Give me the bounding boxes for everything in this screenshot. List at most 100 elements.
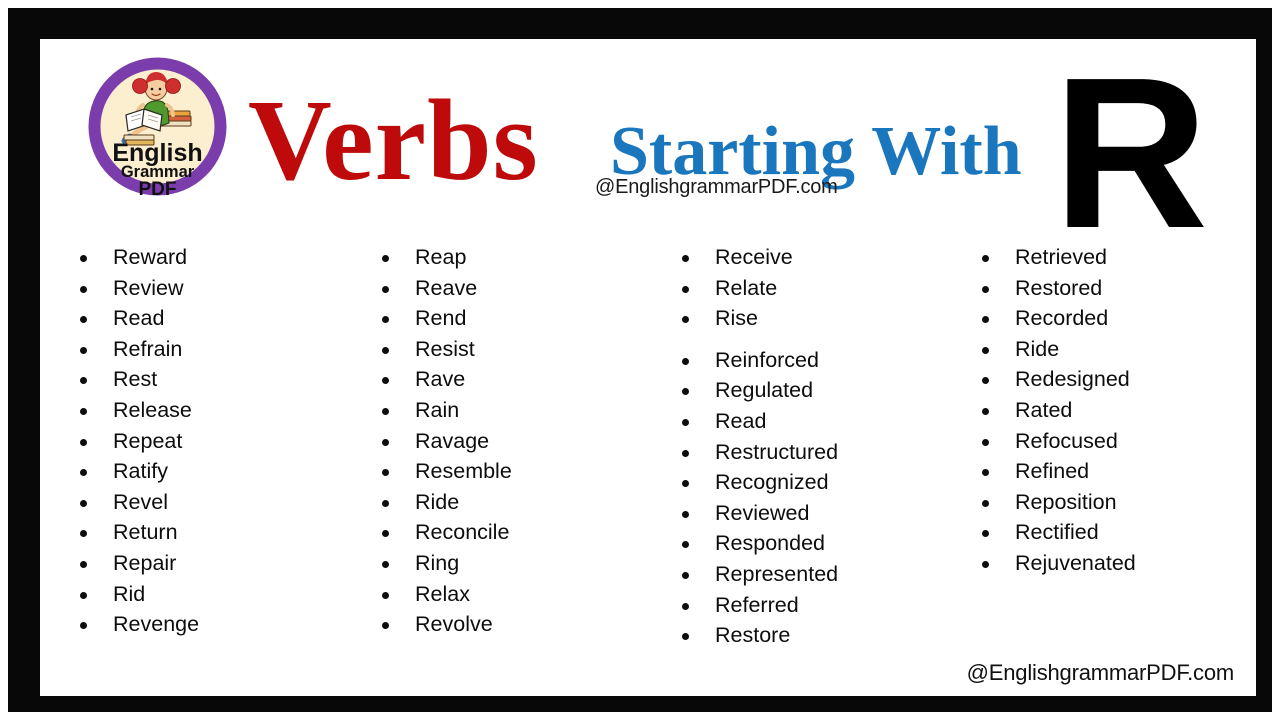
list-item[interactable]: Ride [982,334,1256,365]
word-label: Restore [715,623,791,648]
list-item[interactable]: Restructured [682,437,940,468]
list-item[interactable]: Represented [682,559,940,590]
list-item[interactable]: Resemble [382,456,640,487]
list-item[interactable]: Refrain [80,334,340,365]
bullet-icon [382,560,389,568]
bullet-icon [682,633,689,641]
list-item[interactable]: Review [80,273,340,304]
bullet-icon [382,255,389,262]
list-item[interactable]: Repair [80,548,340,579]
list-item[interactable]: Responded [682,528,940,559]
bullet-icon [982,377,989,385]
list-item[interactable]: Reave [382,273,640,304]
list-item[interactable]: Revenge [80,609,340,640]
word-label: Return [113,520,178,545]
list-item[interactable]: Reconcile [382,517,640,548]
word-list-1: Reward Review Read Refrain Rest Release … [80,242,340,640]
list-item[interactable]: Release [80,395,340,426]
list-item[interactable]: Retrieved [982,242,1256,273]
list-item[interactable]: Referred [682,590,940,621]
bullet-icon [682,541,689,549]
list-item[interactable]: Reposition [982,487,1256,518]
bullet-icon [982,469,989,477]
list-item[interactable]: Rid [80,579,340,610]
list-item[interactable]: Rain [382,395,640,426]
bullet-icon [982,316,989,324]
list-item[interactable]: Rated [982,395,1256,426]
header-watermark: @EnglishgrammarPDF.com [595,176,838,198]
word-label: Recognized [715,470,829,495]
list-item[interactable]: Rest [80,364,340,395]
list-item[interactable]: Regulated [682,375,940,406]
bullet-icon [80,438,87,446]
list-item[interactable]: Revolve [382,609,640,640]
bullet-icon [382,407,389,415]
list-item[interactable]: Restored [982,273,1256,304]
word-label: Read [715,408,767,433]
word-column-3: Receive Relate Rise Reinforced Regulated… [640,242,940,662]
list-item[interactable]: Reap [382,242,640,273]
list-item[interactable]: Read [80,303,340,334]
list-item[interactable]: Recorded [982,303,1256,334]
word-label: Resist [415,336,475,361]
list-item[interactable]: Redesigned [982,364,1256,395]
list-item[interactable]: Receive [682,242,940,273]
list-item[interactable]: Rejuvenated [982,548,1256,579]
word-label: Refined [1015,459,1090,484]
bullet-icon [382,591,389,599]
word-label: Ride [415,489,460,514]
word-label: Refrain [113,336,183,361]
list-item[interactable]: Recognized [682,467,940,498]
list-item[interactable]: Reviewed [682,498,940,529]
list-item[interactable]: Reinforced [682,345,940,376]
bullet-icon [382,316,389,324]
list-item[interactable]: Read [682,406,940,437]
list-item[interactable]: Revel [80,487,340,518]
word-label: Recorded [1015,306,1109,331]
list-item[interactable]: Rise [682,303,940,334]
list-item[interactable]: Rectified [982,517,1256,548]
list-item[interactable]: Refined [982,456,1256,487]
list-item[interactable]: Resist [382,334,640,365]
bullet-icon [982,407,989,415]
list-item[interactable]: Ride [382,487,640,518]
list-item[interactable]: Ring [382,548,640,579]
list-item[interactable]: Refocused [982,426,1256,457]
word-label: Receive [715,245,793,269]
word-label: Revel [113,489,168,514]
poster: English Grammar PDF Verbs Starting With … [0,0,1280,720]
bullet-icon [382,346,389,354]
word-label: Ravage [415,428,490,453]
list-item[interactable]: Reward [80,242,340,273]
list-item[interactable]: Ravage [382,426,640,457]
word-label: Release [113,397,192,422]
list-item[interactable]: Relate [682,273,940,304]
word-label: Read [113,306,165,331]
list-item[interactable]: Restore [682,620,940,651]
word-label: Rend [415,306,467,331]
list-item[interactable]: Rend [382,303,640,334]
list-item[interactable]: Ratify [80,456,340,487]
title-word-verbs: Verbs [248,77,539,205]
bullet-icon [682,388,689,396]
word-label: Restructured [715,439,839,464]
word-list-3-group-1: Receive Relate Rise [682,242,940,334]
bullet-icon [682,480,689,488]
word-list-4: Retrieved Restored Recorded Ride Redesig… [982,242,1256,579]
bullet-icon [80,377,87,385]
bullet-icon [982,530,989,538]
word-label: Referred [715,592,799,617]
bullet-icon [982,346,989,354]
word-label: Rejuvenated [1015,550,1136,575]
list-item[interactable]: Rave [382,364,640,395]
bullet-icon [80,407,87,415]
word-label: Reviewed [715,500,810,525]
bullet-icon [80,622,87,630]
title-letter-r: R [1053,32,1209,273]
list-item[interactable]: Relax [382,579,640,610]
list-item[interactable]: Return [80,517,340,548]
list-item[interactable]: Repeat [80,426,340,457]
word-label: Responded [715,531,825,556]
bullet-icon [80,591,87,599]
word-label: Revenge [113,612,200,637]
